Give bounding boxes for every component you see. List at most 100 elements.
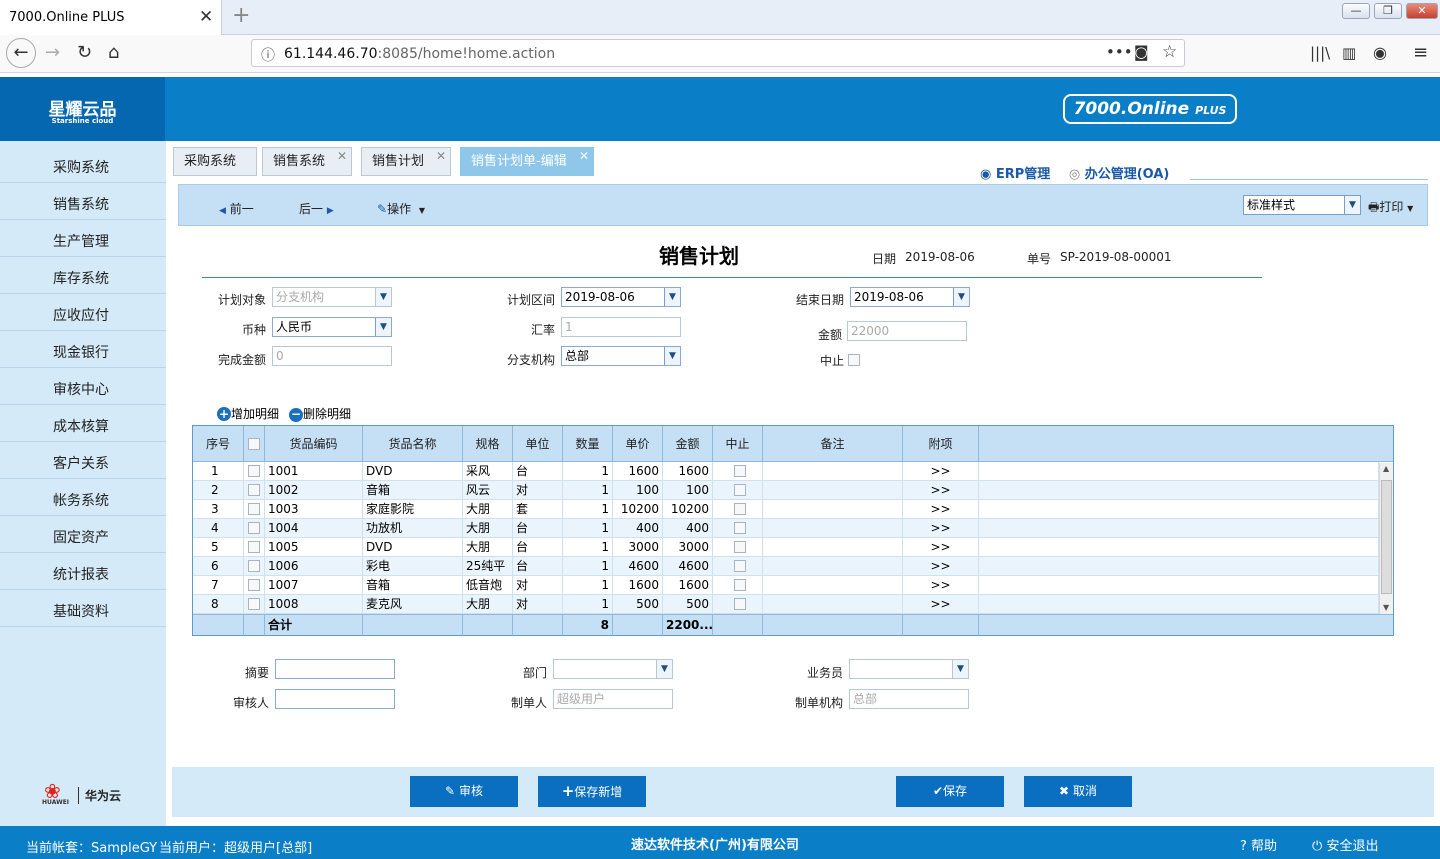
target-select[interactable]: 分支机构 ▼ <box>272 287 392 307</box>
cell-select[interactable] <box>244 462 265 481</box>
row-select-checkbox[interactable] <box>248 465 260 477</box>
cell-select[interactable] <box>244 595 265 614</box>
amount-input[interactable]: 22000 <box>847 321 967 341</box>
print-button[interactable]: 🖶打印 ▼ <box>1368 198 1413 219</box>
sidebar-item-reports[interactable]: 统计报表 <box>0 553 166 590</box>
style-select[interactable]: 标准样式 ▼ <box>1243 195 1361 215</box>
maker-org-input[interactable]: 总部 <box>849 689 969 709</box>
row-select-checkbox[interactable] <box>248 503 260 515</box>
radio-oa[interactable]: ◎ 办公管理(OA) <box>1069 167 1170 182</box>
col-seq[interactable]: 序号 <box>193 426 244 462</box>
cell-stop[interactable] <box>713 576 763 595</box>
add-detail-button[interactable]: + 增加明细 <box>217 405 279 422</box>
table-row[interactable]: 3 1003 家庭影院 大朋套 1 10200 10200 >> <box>193 500 1379 519</box>
row-select-checkbox[interactable] <box>248 560 260 572</box>
grid-scrollbar[interactable]: ▲ ▼ <box>1379 463 1393 614</box>
url-bar[interactable]: ⓘ 61.144.46.70:8085/home!home.action •••… <box>251 39 1185 67</box>
sidebar-item-assets[interactable]: 固定资产 <box>0 516 166 553</box>
prev-button[interactable]: ◀ 前一 <box>219 200 254 217</box>
cell-select[interactable] <box>244 481 265 500</box>
tab-sales-plan[interactable]: 销售计划 ✕ <box>361 147 451 176</box>
audit-button[interactable]: ✎ 审核 <box>410 776 518 807</box>
info-icon[interactable]: ⓘ <box>261 45 275 65</box>
maximize-button[interactable]: ❐ <box>1374 3 1402 19</box>
cell-stop[interactable] <box>713 462 763 481</box>
sidebar-icon[interactable]: ▥ <box>1342 44 1356 62</box>
sidebar-item-crm[interactable]: 客户关系 <box>0 442 166 479</box>
tab-close-icon[interactable]: ✕ <box>436 142 446 170</box>
col-select-all[interactable] <box>244 426 265 462</box>
sidebar-item-audit[interactable]: 审核中心 <box>0 368 166 405</box>
cell-select[interactable] <box>244 576 265 595</box>
cell-extra[interactable]: >> <box>903 557 979 576</box>
cell-select[interactable] <box>244 538 265 557</box>
radio-erp[interactable]: ◉ ERP管理 <box>980 167 1050 182</box>
scroll-up-icon[interactable]: ▲ <box>1383 464 1389 473</box>
cell-extra[interactable]: >> <box>903 538 979 557</box>
tab-close-icon[interactable]: ✕ <box>337 142 347 170</box>
done-amount-input[interactable]: 0 <box>272 346 392 366</box>
col-amount[interactable]: 金额 <box>663 426 713 462</box>
forward-icon[interactable]: → <box>45 42 60 63</box>
home-icon[interactable]: ⌂ <box>108 42 119 63</box>
auditor-input[interactable] <box>275 689 395 709</box>
sidebar-item-purchase[interactable]: 采购系统 <box>0 146 166 183</box>
row-select-checkbox[interactable] <box>248 541 260 553</box>
minimize-button[interactable]: — <box>1342 3 1370 19</box>
col-name[interactable]: 货品名称 <box>363 426 463 462</box>
sidebar-item-cash-bank[interactable]: 现金银行 <box>0 331 166 368</box>
row-stop-checkbox[interactable] <box>734 522 746 534</box>
tab-sales-plan-edit[interactable]: 销售计划单-编辑 ✕ <box>460 147 594 176</box>
tab-purchase[interactable]: 采购系统 <box>173 147 257 176</box>
next-button[interactable]: 后一 ▶ <box>299 200 334 217</box>
cell-stop[interactable] <box>713 519 763 538</box>
table-row[interactable]: 8 1008 麦克风 大朋对 1 500 500 >> <box>193 595 1379 614</box>
scroll-thumb[interactable] <box>1381 480 1392 594</box>
table-row[interactable]: 4 1004 功放机 大朋台 1 400 400 >> <box>193 519 1379 538</box>
help-link[interactable]: ? 帮助 <box>1240 835 1277 854</box>
table-row[interactable]: 5 1005 DVD 大朋台 1 3000 3000 >> <box>193 538 1379 557</box>
col-spec[interactable]: 规格 <box>463 426 513 462</box>
stop-checkbox[interactable] <box>848 354 860 366</box>
cell-stop[interactable] <box>713 538 763 557</box>
sidebar-item-sales[interactable]: 销售系统 <box>0 183 166 220</box>
summary-input[interactable] <box>275 659 395 679</box>
cell-select[interactable] <box>244 557 265 576</box>
currency-select[interactable]: 人民币 ▼ <box>272 317 392 337</box>
cell-extra[interactable]: >> <box>903 481 979 500</box>
row-select-checkbox[interactable] <box>248 579 260 591</box>
close-tab-icon[interactable]: ✕ <box>199 7 213 27</box>
col-code[interactable]: 货品编码 <box>265 426 363 462</box>
bookmark-star-icon[interactable]: ☆ <box>1162 42 1177 62</box>
row-select-checkbox[interactable] <box>248 522 260 534</box>
row-stop-checkbox[interactable] <box>734 484 746 496</box>
col-remark[interactable]: 备注 <box>763 426 903 462</box>
save-button[interactable]: ✔保存 <box>896 776 1004 807</box>
tab-sales[interactable]: 销售系统 ✕ <box>262 147 352 176</box>
dept-select[interactable]: ▼ <box>553 659 673 679</box>
back-icon[interactable]: ← <box>6 38 36 68</box>
logout-link[interactable]: ⏻ 安全退出 <box>1312 835 1378 854</box>
account-icon[interactable]: ◉ <box>1373 43 1387 62</box>
cell-stop[interactable] <box>713 557 763 576</box>
cell-select[interactable] <box>244 519 265 538</box>
rate-input[interactable]: 1 <box>561 317 681 337</box>
library-icon[interactable]: |||\ <box>1310 44 1330 62</box>
scroll-down-icon[interactable]: ▼ <box>1383 603 1389 612</box>
close-window-button[interactable]: ✕ <box>1406 3 1438 19</box>
row-stop-checkbox[interactable] <box>734 579 746 591</box>
pocket-icon[interactable]: ◙ <box>1134 43 1149 61</box>
cell-stop[interactable] <box>713 481 763 500</box>
row-select-checkbox[interactable] <box>248 598 260 610</box>
cancel-button[interactable]: ✖ 取消 <box>1024 776 1132 807</box>
tab-close-icon[interactable]: ✕ <box>579 142 589 170</box>
col-price[interactable]: 单价 <box>613 426 663 462</box>
menu-icon[interactable]: ≡ <box>1413 42 1428 63</box>
cell-extra[interactable]: >> <box>903 576 979 595</box>
sidebar-item-basic-data[interactable]: 基础资料 <box>0 590 166 627</box>
cell-extra[interactable]: >> <box>903 595 979 614</box>
salesman-select[interactable]: ▼ <box>849 659 969 679</box>
delete-detail-button[interactable]: − 删除明细 <box>289 405 351 422</box>
branch-select[interactable]: 总部 ▼ <box>561 346 681 366</box>
cell-extra[interactable]: >> <box>903 462 979 481</box>
